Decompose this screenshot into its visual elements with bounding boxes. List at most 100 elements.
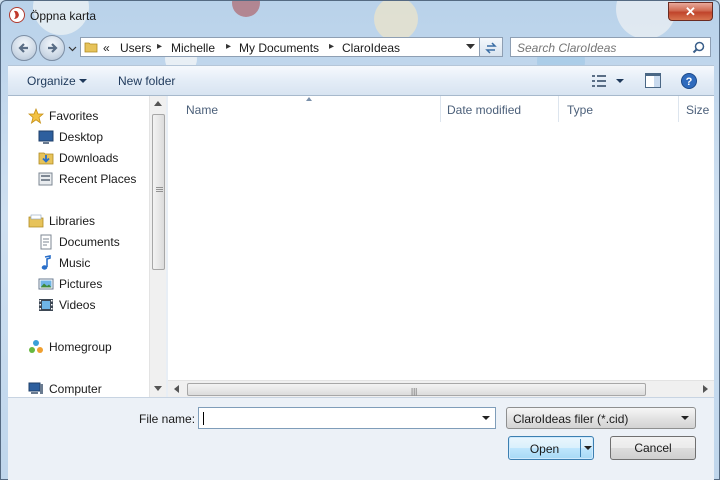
- nav-item-label: Pictures: [59, 277, 103, 291]
- star-icon: [28, 108, 44, 124]
- nav-computer[interactable]: Computer: [28, 380, 158, 397]
- address-part-michelle[interactable]: Michelle: [171, 41, 215, 55]
- nav-item-label: Music: [59, 256, 91, 270]
- close-icon: ✕: [685, 4, 696, 19]
- scroll-down-icon[interactable]: [154, 386, 162, 391]
- file-name-label: File name:: [139, 412, 196, 426]
- address-separator[interactable]: ▸: [226, 41, 231, 52]
- nav-item-videos[interactable]: Videos: [38, 296, 166, 314]
- nav-item-label: Documents: [59, 235, 120, 249]
- view-dropdown-icon[interactable]: [616, 79, 624, 83]
- claroideas-app-icon: [9, 7, 25, 23]
- address-bar[interactable]: « Users ▸ Michelle ▸ My Documents ▸ Clar…: [80, 37, 480, 57]
- nav-item-recent-places[interactable]: Recent Places: [38, 170, 166, 188]
- close-button[interactable]: ✕: [668, 2, 713, 21]
- dialog-window: Öppna karta ✕ « Users ▸ Michelle ▸ My Do…: [0, 0, 720, 480]
- computer-icon: [28, 382, 43, 394]
- title-bar: Öppna karta ✕: [1, 1, 720, 31]
- column-header-date-modified[interactable]: Date modified: [429, 96, 549, 122]
- file-list-horizontal-scrollbar[interactable]: |||: [168, 380, 714, 397]
- downloads-icon: [38, 152, 54, 165]
- homegroup-icon: [29, 340, 43, 353]
- nav-item-downloads[interactable]: Downloads: [38, 149, 166, 167]
- scroll-right-icon[interactable]: [703, 385, 708, 393]
- refresh-button[interactable]: [480, 37, 503, 57]
- file-list-scroll-thumb[interactable]: |||: [187, 383, 646, 396]
- refresh-icon: [485, 42, 497, 54]
- text-caret: [203, 412, 204, 425]
- file-type-filter-value: ClaroIdeas filer (*.cid): [513, 412, 629, 426]
- address-part-claroideas[interactable]: ClaroIdeas: [342, 41, 400, 55]
- nav-libraries-label: Libraries: [49, 214, 96, 228]
- file-list-pane: Name Date modified Type Size |||: [168, 96, 714, 397]
- recent-places-icon: [38, 172, 53, 186]
- file-name-field[interactable]: [198, 407, 496, 429]
- search-icon[interactable]: [692, 41, 705, 54]
- dialog-footer: File name: ClaroIdeas filer (*.cid) Open…: [8, 397, 714, 480]
- videos-icon: [39, 299, 53, 311]
- nav-computer-label: Computer: [49, 382, 102, 396]
- file-list[interactable]: [180, 124, 626, 236]
- nav-homegroup-label: Homegroup: [49, 340, 112, 354]
- nav-item-label: Videos: [59, 298, 96, 312]
- libraries-icon: [28, 214, 44, 228]
- command-toolbar: Organize New folder ?: [8, 65, 714, 96]
- chevron-down-icon[interactable]: [479, 411, 493, 425]
- content-area: Favorites Desktop Downloads Recent Place…: [8, 96, 714, 397]
- forward-arrow-icon: [48, 43, 58, 53]
- nav-item-desktop[interactable]: Desktop: [38, 128, 166, 146]
- address-part-my-documents[interactable]: My Documents: [239, 41, 319, 55]
- nav-item-music[interactable]: Music: [38, 254, 166, 272]
- scroll-left-icon[interactable]: [174, 385, 179, 393]
- view-list-icon[interactable]: [592, 75, 606, 87]
- nav-homegroup[interactable]: Homegroup: [28, 338, 158, 356]
- organize-dropdown-icon[interactable]: [79, 79, 87, 83]
- column-header-size[interactable]: Size: [668, 96, 714, 122]
- forward-button[interactable]: [39, 35, 65, 61]
- back-arrow-icon: [18, 43, 28, 53]
- search-box[interactable]: [510, 37, 711, 57]
- svg-text:?: ?: [686, 76, 693, 88]
- nav-libraries[interactable]: Libraries: [28, 212, 158, 230]
- scroll-grip: |||: [411, 387, 418, 396]
- nav-item-label: Desktop: [59, 130, 104, 144]
- nav-item-documents[interactable]: Documents: [38, 233, 166, 251]
- preview-pane-icon[interactable]: [645, 73, 661, 88]
- desktop-icon: [38, 130, 54, 144]
- search-input[interactable]: [517, 41, 687, 55]
- help-icon[interactable]: ?: [681, 73, 697, 89]
- open-button[interactable]: Open: [508, 436, 594, 460]
- column-header-label: Name: [186, 103, 219, 117]
- file-type-filter-select[interactable]: ClaroIdeas filer (*.cid): [506, 407, 696, 429]
- new-folder-button[interactable]: New folder: [118, 74, 175, 88]
- address-separator[interactable]: ▸: [157, 41, 162, 52]
- music-icon: [41, 255, 51, 270]
- nav-favorites[interactable]: Favorites: [28, 107, 158, 125]
- back-button[interactable]: [11, 35, 37, 61]
- open-button-label: Open: [529, 442, 560, 456]
- organize-button[interactable]: Organize: [27, 74, 76, 88]
- cancel-button[interactable]: Cancel: [610, 436, 696, 460]
- column-header-type[interactable]: Type: [549, 96, 659, 122]
- documents-icon: [40, 234, 52, 250]
- window-title: Öppna karta: [30, 9, 97, 23]
- recent-pages-dropdown[interactable]: [68, 44, 77, 53]
- column-header-name[interactable]: Name: [168, 96, 440, 122]
- column-header-label: Size: [686, 103, 710, 117]
- nav-pane-scroll-thumb[interactable]: [152, 114, 165, 270]
- column-header-label: Type: [567, 103, 594, 117]
- chevron-down-icon[interactable]: [466, 44, 475, 50]
- address-part-users[interactable]: Users: [120, 41, 151, 55]
- open-options-dropdown-icon[interactable]: [584, 446, 592, 450]
- open-button-split: [580, 439, 581, 457]
- scroll-up-icon[interactable]: [154, 101, 162, 106]
- address-separator[interactable]: ▸: [329, 41, 334, 52]
- nav-favorites-label: Favorites: [49, 109, 99, 123]
- nav-item-pictures[interactable]: Pictures: [38, 275, 166, 293]
- folder-icon: [84, 42, 98, 53]
- address-overflow[interactable]: «: [103, 41, 110, 55]
- nav-item-label: Downloads: [59, 151, 119, 165]
- nav-pane-scrollbar[interactable]: [149, 96, 166, 397]
- sort-ascending-icon: [306, 97, 312, 101]
- nav-item-label: Recent Places: [59, 172, 137, 186]
